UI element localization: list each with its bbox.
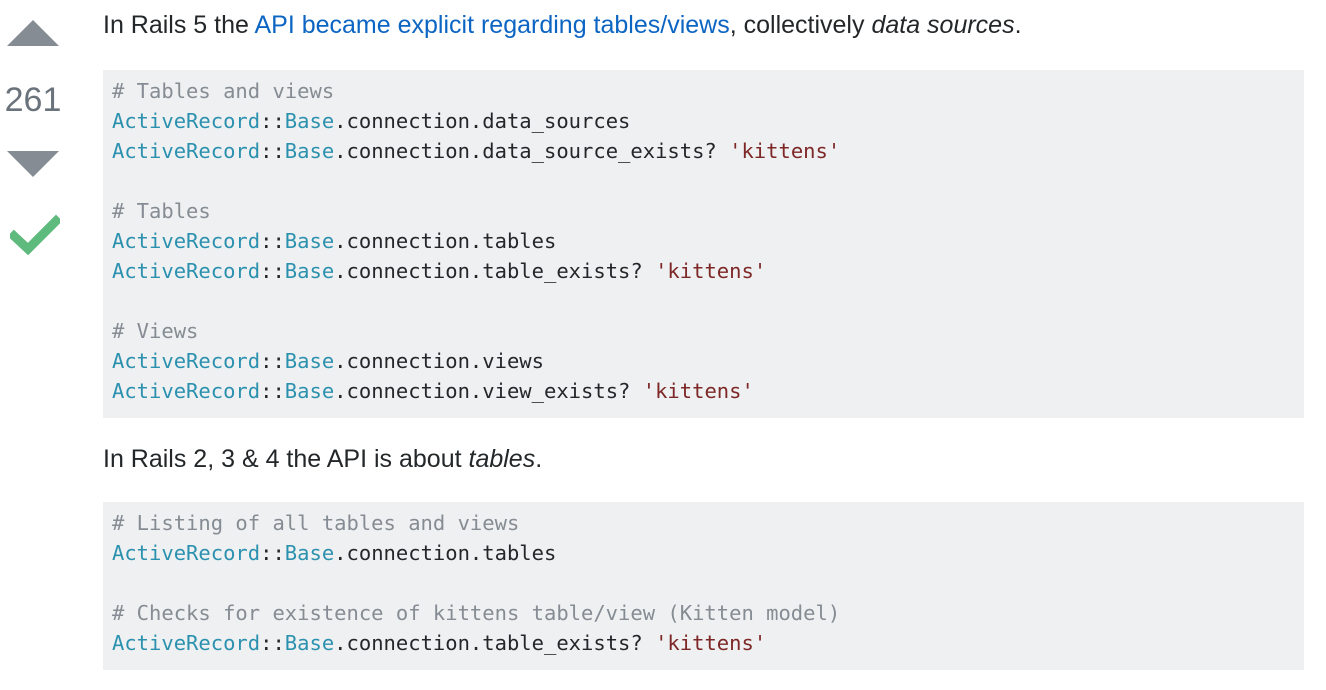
code-text: :: — [260, 259, 285, 283]
code-comment: # Checks for existence of kittens table/… — [112, 601, 841, 625]
code-line: # Tables — [112, 196, 1295, 226]
code-text: :: — [260, 379, 285, 403]
intro-text-middle: , collectively — [729, 11, 872, 39]
code-text: .connection.views — [334, 349, 544, 373]
code-block-rails5: # Tables and views ActiveRecord::Base.con… — [103, 70, 1304, 418]
accepted-checkmark-icon — [10, 214, 60, 256]
code-line: # Listing of all tables and views — [112, 508, 1295, 538]
code-line: # Views — [112, 316, 1295, 346]
code-text: :: — [260, 631, 285, 655]
code-line: # Checks for existence of kittens table/… — [112, 598, 1295, 628]
code-text: :: — [260, 349, 285, 373]
code-class-name: ActiveRecord — [112, 139, 261, 163]
rails4-emphasis: tables — [468, 445, 536, 473]
intro-paragraph: In Rails 5 the API became explicit regar… — [103, 9, 1022, 41]
code-line: ActiveRecord::Base.connection.views — [112, 346, 1295, 376]
code-comment: # Listing of all tables and views — [112, 511, 520, 535]
code-line: ActiveRecord::Base.connection.tables — [112, 226, 1295, 256]
code-string: 'kittens' — [642, 379, 754, 403]
code-text: .connection.table_exists? — [334, 631, 656, 655]
downvote-arrow-icon[interactable] — [7, 151, 59, 177]
code-class-name: ActiveRecord — [112, 349, 261, 373]
code-class-name: ActiveRecord — [112, 259, 261, 283]
code-class-name: ActiveRecord — [112, 109, 261, 133]
code-class-name: Base — [284, 259, 335, 283]
code-text: :: — [260, 139, 285, 163]
code-block-rails4: # Listing of all tables and views ActiveR… — [103, 502, 1304, 670]
code-class-name: Base — [284, 229, 335, 253]
code-class-name: Base — [284, 109, 335, 133]
intro-emphasis: data sources — [871, 11, 1015, 39]
code-line: ActiveRecord::Base.connection.tables — [112, 538, 1295, 568]
api-link[interactable]: API became explicit regarding tables/vie… — [254, 11, 729, 39]
code-class-name: Base — [284, 349, 335, 373]
code-string: 'kittens' — [655, 259, 767, 283]
code-text: .connection.table_exists? — [334, 259, 656, 283]
upvote-arrow-icon[interactable] — [7, 20, 59, 46]
code-class-name: Base — [284, 139, 335, 163]
code-class-name: ActiveRecord — [112, 631, 261, 655]
code-class-name: ActiveRecord — [112, 229, 261, 253]
intro-text-start: In Rails 5 the — [103, 11, 255, 39]
code-text: .connection.view_exists? — [334, 379, 643, 403]
code-line: ActiveRecord::Base.connection.data_sourc… — [112, 136, 1295, 166]
code-text: .connection.tables — [334, 229, 557, 253]
code-class-name: Base — [284, 631, 335, 655]
rails4-text-end: . — [535, 445, 543, 473]
code-line: ActiveRecord::Base.connection.table_exis… — [112, 628, 1295, 658]
code-text: .connection.data_sources — [334, 109, 631, 133]
code-class-name: ActiveRecord — [112, 379, 261, 403]
code-class-name: ActiveRecord — [112, 541, 261, 565]
code-line: # Tables and views — [112, 76, 1295, 106]
code-line: ActiveRecord::Base.connection.table_exis… — [112, 256, 1295, 286]
rails4-paragraph: In Rails 2, 3 & 4 the API is about table… — [103, 443, 542, 475]
code-comment: # Tables and views — [112, 79, 335, 103]
code-class-name: Base — [284, 541, 335, 565]
code-text: .connection.tables — [334, 541, 557, 565]
code-text: :: — [260, 541, 285, 565]
code-string: 'kittens' — [655, 631, 767, 655]
code-text: :: — [260, 229, 285, 253]
code-line: ActiveRecord::Base.connection.view_exist… — [112, 376, 1295, 406]
rails4-text-start: In Rails 2, 3 & 4 the API is about — [103, 445, 469, 473]
code-comment: # Views — [112, 319, 199, 343]
code-comment: # Tables — [112, 199, 211, 223]
intro-text-end: . — [1014, 11, 1022, 39]
vote-count: 261 — [4, 81, 62, 119]
code-line: ActiveRecord::Base.connection.data_sourc… — [112, 106, 1295, 136]
code-text: :: — [260, 109, 285, 133]
code-text: .connection.data_source_exists? — [334, 139, 730, 163]
code-string: 'kittens' — [729, 139, 841, 163]
code-class-name: Base — [284, 379, 335, 403]
